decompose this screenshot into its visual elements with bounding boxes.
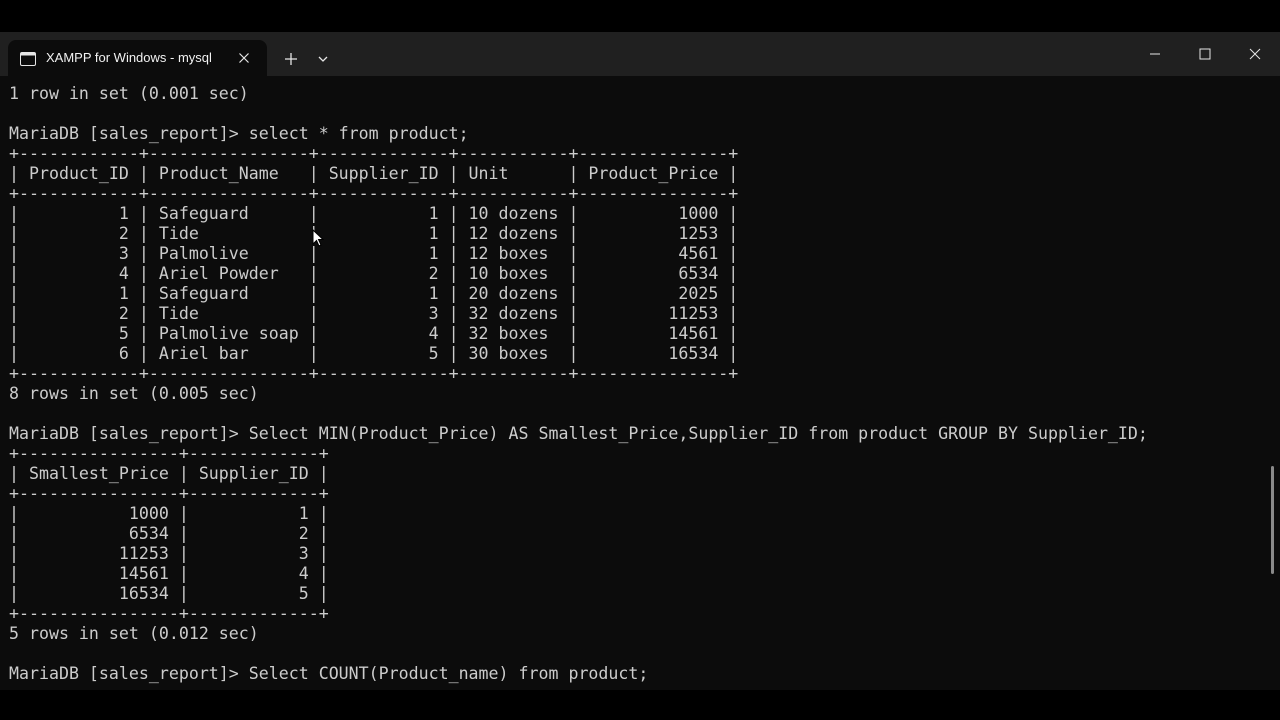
terminal-line: | 5 | Palmolive soap | 4 | 32 boxes | 14… [9,324,739,343]
terminal-line: | Smallest_Price | Supplier_ID | [9,464,329,483]
terminal-line: MariaDB [sales_report]> Select MIN(Produ… [9,424,1148,443]
terminal-line: | 4 | Ariel Powder | 2 | 10 boxes | 6534… [9,264,739,283]
terminal-line: | 6534 | 2 | [9,524,329,543]
tab-close-icon[interactable] [236,50,252,66]
terminal-line: | 11253 | 3 | [9,544,329,563]
terminal-line: +------------+----------------+---------… [9,364,739,383]
terminal-line: | 14561 | 4 | [9,564,329,583]
title-bar[interactable]: XAMPP for Windows - mysql [0,32,1280,76]
terminal-line: 5 rows in set (0.012 sec) [9,624,259,643]
minimize-icon [1150,53,1160,55]
terminal-line: | 16534 | 5 | [9,584,329,603]
terminal-line: | 2 | Tide | 1 | 12 dozens | 1253 | [9,224,739,243]
terminal-line: | 3 | Palmolive | 1 | 12 boxes | 4561 | [9,244,739,263]
top-letterbox [0,0,1280,32]
terminal-line: +----------------+-------------+ [9,604,329,623]
terminal-line: +----------------+-------------+ [9,484,329,503]
terminal-line: 8 rows in set (0.005 sec) [9,384,259,403]
terminal-line: MariaDB [sales_report]> Select COUNT(Pro… [9,664,649,683]
terminal-line: +----------------+-------------+ [9,444,329,463]
tab-title: XAMPP for Windows - mysql [46,50,212,65]
terminal-line: | 1000 | 1 | [9,504,329,523]
terminal-output[interactable]: 1 row in set (0.001 sec) MariaDB [sales_… [9,84,1264,690]
bottom-letterbox [0,690,1280,720]
tab-mysql[interactable]: XAMPP for Windows - mysql [8,40,267,76]
close-icon [1249,48,1261,60]
maximize-button[interactable] [1180,32,1230,76]
terminal-line: | Product_ID | Product_Name | Supplier_I… [9,164,739,183]
terminal-line: | 1 | Safeguard | 1 | 20 dozens | 2025 | [9,284,739,303]
terminal-line: | 6 | Ariel bar | 5 | 30 boxes | 16534 | [9,344,739,363]
terminal-window: XAMPP for Windows - mysql 1 row in set (… [0,32,1280,690]
plus-icon[interactable] [281,50,301,68]
chevron-down-icon[interactable] [315,51,331,67]
minimize-button[interactable] [1130,32,1180,76]
terminal-line: 1 row in set (0.001 sec) [9,84,249,103]
vertical-scrollbar[interactable] [1271,466,1274,574]
terminal-line: +------------+----------------+---------… [9,144,739,163]
terminal-line: | 1 | Safeguard | 1 | 10 dozens | 1000 | [9,204,739,223]
terminal-line: +------------+----------------+---------… [9,184,739,203]
close-window-button[interactable] [1230,32,1280,76]
terminal-icon [20,51,36,66]
maximize-icon [1199,48,1211,60]
terminal-line: MariaDB [sales_report]> select * from pr… [9,124,469,143]
mouse-pointer-icon [312,228,325,247]
terminal-line: | 2 | Tide | 3 | 32 dozens | 11253 | [9,304,739,323]
